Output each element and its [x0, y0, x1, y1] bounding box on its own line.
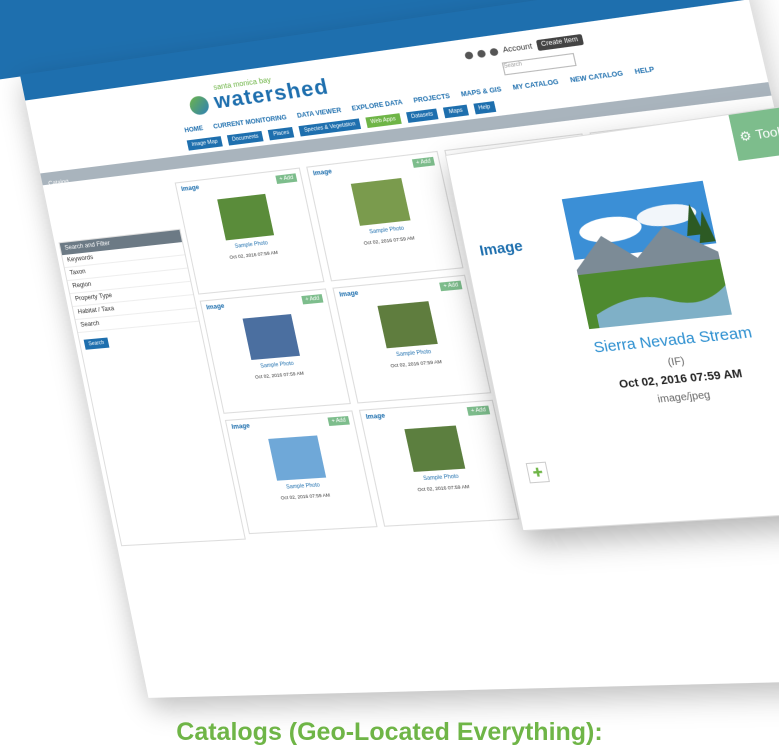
card-add-button[interactable]: + Add [275, 173, 298, 184]
gear-icon: ⚙ [738, 128, 754, 145]
subnav-web-apps[interactable]: Web Apps [365, 113, 402, 129]
card-type-label: Image [365, 413, 386, 422]
add-to-catalog-icon[interactable]: ✚ [525, 461, 550, 484]
subnav-help[interactable]: Help [472, 101, 497, 115]
tools-label: Tools [754, 123, 779, 143]
page-caption: Catalogs (Geo-Located Everything): [176, 718, 603, 746]
subnav-image-map[interactable]: Image Map [186, 136, 223, 151]
card-type-label: Image [205, 303, 226, 312]
search-input[interactable]: Search [501, 52, 577, 76]
catalog-card[interactable]: Image + Add Sample Photo Oct 02, 2016 07… [358, 399, 520, 527]
card-thumbnail[interactable] [268, 435, 327, 481]
card-type-label: Image [180, 184, 200, 194]
nav-item-maps-gis[interactable]: MAPS & GIS [461, 87, 503, 99]
detail-type-label: Image [478, 237, 525, 260]
catalog-bar-label: Catalog [47, 179, 70, 188]
catalog-card[interactable]: Image + Add Sample Photo Oct 02, 2016 07… [332, 274, 492, 404]
catalog-card[interactable]: Image + Add Sample Photo Oct 02, 2016 07… [306, 150, 464, 282]
search-button[interactable]: Search [83, 337, 110, 350]
card-add-button[interactable]: + Add [466, 405, 491, 416]
logo-icon [187, 94, 211, 116]
card-thumbnail[interactable] [350, 177, 411, 226]
facebook-icon[interactable] [464, 50, 475, 60]
nav-item-explore-data[interactable]: EXPLORE DATA [351, 100, 403, 113]
card-date: Oct 02, 2016 07:59 AM [280, 492, 331, 501]
nav-item-home[interactable]: HOME [184, 126, 204, 134]
card-type-label: Image [312, 169, 333, 178]
account-link[interactable]: Account [502, 43, 533, 55]
subnav-datasets[interactable]: Datasets [405, 108, 439, 123]
create-item-button[interactable]: Create Item [535, 33, 584, 52]
user-icon[interactable] [489, 47, 500, 56]
card-add-button[interactable]: + Add [301, 294, 324, 305]
card-add-button[interactable]: + Add [439, 280, 463, 292]
subnav-documents[interactable]: Documents [226, 130, 264, 146]
catalog-card[interactable]: Image + Add Sample Photo Oct 02, 2016 07… [224, 410, 378, 535]
twitter-icon[interactable] [476, 48, 487, 58]
card-add-button[interactable]: + Add [411, 156, 435, 168]
card-type-label: Image [231, 423, 251, 431]
tools-button[interactable]: ⚙ Tools [728, 106, 779, 161]
catalog-card[interactable]: Image + Add Sample Photo Oct 02, 2016 07… [174, 167, 325, 295]
subnav-places[interactable]: Places [268, 126, 295, 141]
card-date: Oct 02, 2016 07:59 AM [416, 483, 470, 493]
nav-item-help[interactable]: HELP [634, 67, 655, 76]
card-thumbnail[interactable] [404, 425, 466, 472]
subnav-maps[interactable]: Maps [443, 104, 469, 119]
card-thumbnail[interactable] [217, 193, 275, 241]
card-thumbnail[interactable] [377, 301, 438, 349]
detail-photo[interactable] [561, 180, 732, 330]
card-type-label: Image [338, 290, 360, 299]
card-add-button[interactable]: + Add [327, 416, 350, 426]
catalog-card[interactable]: Image + Add Sample Photo Oct 02, 2016 07… [199, 288, 351, 414]
card-thumbnail[interactable] [242, 314, 301, 360]
nav-item-data-viewer[interactable]: DATA VIEWER [297, 108, 342, 120]
nav-item-projects[interactable]: PROJECTS [413, 94, 451, 105]
nav-item-new-catalog[interactable]: NEW CATALOG [570, 71, 624, 84]
nav-item-my-catalog[interactable]: MY CATALOG [512, 80, 559, 92]
